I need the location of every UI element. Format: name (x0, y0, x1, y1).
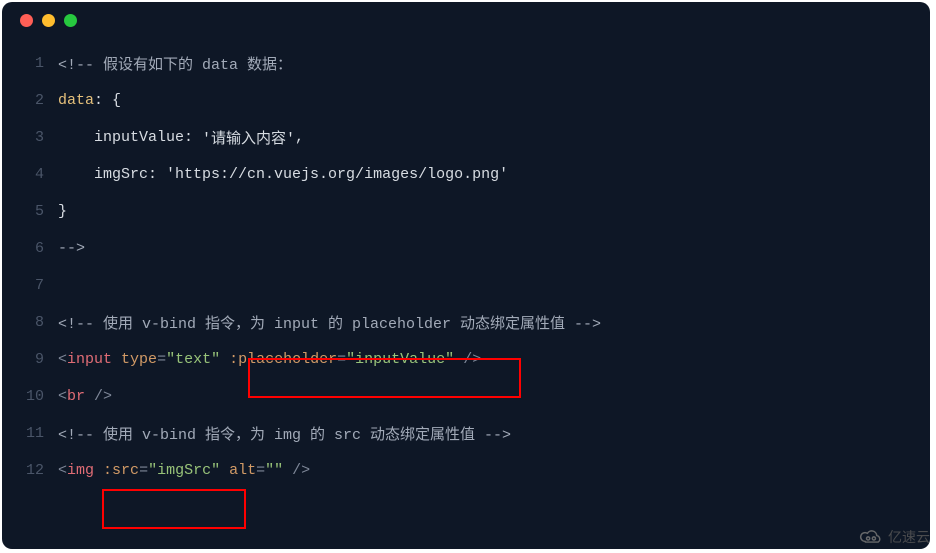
minimize-window-icon[interactable] (42, 14, 55, 27)
code-line: 5} (16, 193, 916, 230)
watermark: 亿速云 (858, 527, 930, 547)
line-number: 4 (16, 166, 44, 183)
line-number: 7 (16, 277, 44, 294)
code-line: 2 data: { (16, 82, 916, 119)
code-editor-window: 1 <!-- 假设有如下的 data 数据： 2 data: { 3 inputValu… (2, 2, 930, 549)
line-content: inputValue: '请输入内容', (58, 127, 304, 148)
line-content: imgSrc: 'https://cn.vuejs.org/images/log… (58, 166, 508, 183)
line-number: 2 (16, 92, 44, 109)
highlight-src-binding (102, 489, 246, 529)
line-number: 12 (16, 462, 44, 479)
code-line: 9 <input type="text" :placeholder="inputV… (16, 341, 916, 378)
close-window-icon[interactable] (20, 14, 33, 27)
line-content: <!-- 使用 v-bind 指令，为 input 的 placeholder … (58, 312, 601, 333)
code-line: 10 <br /> (16, 378, 916, 415)
line-content: } (58, 203, 67, 220)
code-line: 3 inputValue: '请输入内容', (16, 119, 916, 156)
line-number: 1 (16, 55, 44, 72)
line-content: <!-- 假设有如下的 data 数据： (58, 53, 292, 74)
code-area: 1 <!-- 假设有如下的 data 数据： 2 data: { 3 inputValu… (2, 45, 930, 489)
code-line: 8 <!-- 使用 v-bind 指令，为 input 的 placeholder… (16, 304, 916, 341)
line-number: 11 (16, 425, 44, 442)
code-line: 12 <img :src="imgSrc" alt="" /> (16, 452, 916, 489)
code-line: 7 (16, 267, 916, 304)
line-number: 5 (16, 203, 44, 220)
maximize-window-icon[interactable] (64, 14, 77, 27)
line-content: <!-- 使用 v-bind 指令，为 img 的 src 动态绑定属性值 --… (58, 423, 511, 444)
code-line: 11 <!-- 使用 v-bind 指令，为 img 的 src 动态绑定属性值 … (16, 415, 916, 452)
watermark-text: 亿速云 (888, 527, 930, 547)
line-number: 8 (16, 314, 44, 331)
line-content: <input type="text" :placeholder="inputVa… (58, 351, 481, 368)
line-content: --> (58, 240, 85, 257)
window-controls (2, 14, 930, 45)
line-content: <img :src="imgSrc" alt="" /> (58, 462, 310, 479)
line-number: 6 (16, 240, 44, 257)
code-line: 6 --> (16, 230, 916, 267)
cloud-icon (858, 528, 884, 546)
line-number: 10 (16, 388, 44, 405)
line-content: data: { (58, 92, 121, 109)
code-line: 4 imgSrc: 'https://cn.vuejs.org/images/l… (16, 156, 916, 193)
code-line: 1 <!-- 假设有如下的 data 数据： (16, 45, 916, 82)
line-content: <br /> (58, 388, 112, 405)
line-number: 3 (16, 129, 44, 146)
line-number: 9 (16, 351, 44, 368)
